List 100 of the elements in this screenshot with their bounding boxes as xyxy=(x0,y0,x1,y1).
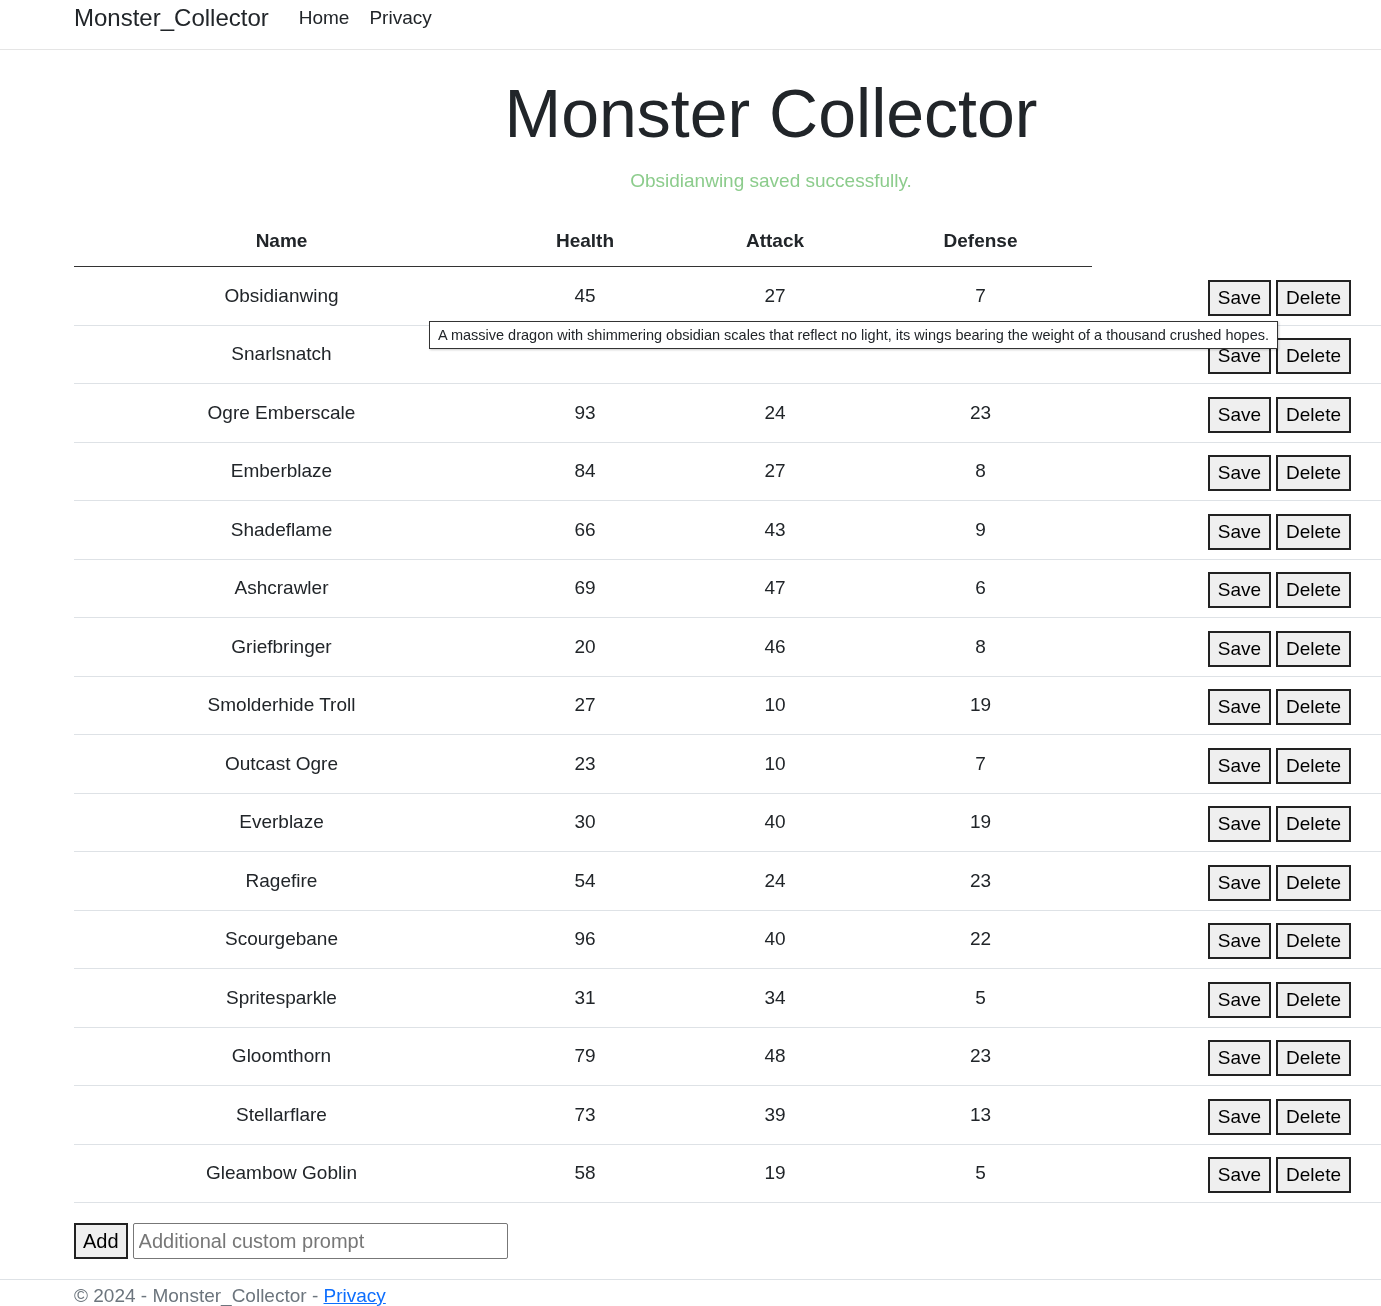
nav-link[interactable]: Privacy xyxy=(369,6,432,29)
delete-button[interactable]: Delete xyxy=(1276,338,1351,375)
save-button[interactable]: Save xyxy=(1207,864,1272,901)
table-cell-text: 5 xyxy=(974,986,987,1009)
table-cell-text: 66 xyxy=(573,518,597,541)
table-cell-text: Shadeflame xyxy=(229,518,334,541)
table-cell-text: 24 xyxy=(763,401,787,424)
table-cell-text: 45 xyxy=(573,284,597,307)
delete-button[interactable]: Delete xyxy=(1276,1157,1351,1194)
table-cell-text: 46 xyxy=(763,635,787,658)
table-cell-text: Emberblaze xyxy=(229,460,334,483)
table-cell-text: 39 xyxy=(763,1103,787,1126)
table-cell-text: 8 xyxy=(974,460,987,483)
table-cell-text: 23 xyxy=(968,1045,993,1068)
table-cell-text: Ogre Emberscale xyxy=(206,401,357,424)
delete-button[interactable]: Delete xyxy=(1276,1040,1351,1077)
delete-button[interactable]: Delete xyxy=(1276,455,1351,492)
delete-button[interactable]: Delete xyxy=(1276,923,1351,960)
table-cell-text: 23 xyxy=(968,869,993,892)
table-cell-text: Obsidianwing xyxy=(223,284,340,307)
table-cell-text: Snarlsnatch xyxy=(230,343,333,366)
table-cell-text: 13 xyxy=(968,1103,993,1126)
brand-link[interactable]: Monster_Collector xyxy=(74,3,269,32)
table-cell-text: Stellarflare xyxy=(235,1103,328,1126)
save-button[interactable]: Save xyxy=(1207,747,1272,784)
table-cell-text: 96 xyxy=(573,928,597,951)
save-button[interactable]: Save xyxy=(1207,1040,1272,1077)
table-cell-text: 19 xyxy=(968,811,993,834)
save-button[interactable]: Save xyxy=(1207,572,1272,609)
table-cell-text: 22 xyxy=(968,928,993,951)
nav-link[interactable]: Home xyxy=(298,6,350,29)
table-cell-text: 24 xyxy=(763,869,787,892)
tooltip: A massive dragon with shimmering obsidian scales that reflect no light, its wings bearing the weight of a thousand crushed hopes. xyxy=(429,321,1278,349)
table-cell-text: Outcast Ogre xyxy=(224,752,339,775)
save-button[interactable]: Save xyxy=(1207,981,1272,1018)
table-cell-text: Scourgebane xyxy=(223,928,339,951)
save-button[interactable]: Save xyxy=(1207,806,1272,843)
table-cell-text: 79 xyxy=(573,1045,597,1068)
column-header: Defense xyxy=(942,230,1019,252)
add-button[interactable]: Add xyxy=(74,1223,128,1259)
delete-button[interactable]: Delete xyxy=(1276,279,1351,316)
table-cell-text: 10 xyxy=(763,694,787,717)
save-button[interactable]: Save xyxy=(1207,1098,1272,1135)
table-cell-text: 27 xyxy=(763,284,787,307)
table-cell-text: 34 xyxy=(763,986,787,1009)
table-cell-text: 7 xyxy=(974,284,987,307)
delete-button[interactable]: Delete xyxy=(1276,747,1351,784)
column-header: Attack xyxy=(744,230,806,252)
table-cell-text: 47 xyxy=(763,577,787,600)
success-message: Obsidianwing saved successfully. xyxy=(629,170,913,192)
delete-button[interactable]: Delete xyxy=(1276,630,1351,667)
table-cell-text: 84 xyxy=(573,460,597,483)
table-cell-text: 19 xyxy=(968,694,993,717)
delete-button[interactable]: Delete xyxy=(1276,806,1351,843)
delete-button[interactable]: Delete xyxy=(1276,572,1351,609)
table-cell-text: 58 xyxy=(573,1162,597,1185)
table-cell-text: 93 xyxy=(573,401,597,424)
save-button[interactable]: Save xyxy=(1207,455,1272,492)
save-button[interactable]: Save xyxy=(1207,689,1272,726)
table-cell-text: 40 xyxy=(763,928,787,951)
save-button[interactable]: Save xyxy=(1207,513,1272,550)
table-cell-text: 73 xyxy=(573,1103,597,1126)
table-cell-text: 20 xyxy=(573,635,597,658)
privacy-link[interactable]: Privacy xyxy=(323,1285,386,1306)
table-cell-text: 43 xyxy=(763,518,787,541)
prompt-field[interactable]: Additional custom prompt xyxy=(132,1223,508,1259)
table-cell-text: 19 xyxy=(763,1162,787,1185)
table-cell-text: 69 xyxy=(573,577,597,600)
save-button[interactable]: Save xyxy=(1207,396,1272,433)
table-cell-text: 5 xyxy=(974,1162,987,1185)
save-button[interactable]: Save xyxy=(1207,1157,1272,1194)
table-cell-text: Gloomthorn xyxy=(230,1045,333,1068)
table-cell-text: 40 xyxy=(763,811,787,834)
table-cell-text: 54 xyxy=(573,869,597,892)
delete-button[interactable]: Delete xyxy=(1276,689,1351,726)
table-cell-text: 31 xyxy=(573,986,597,1009)
copyright-text: © 2024 - Monster_Collector - xyxy=(74,1285,320,1306)
table-cell-text: 10 xyxy=(763,752,787,775)
delete-button[interactable]: Delete xyxy=(1276,981,1351,1018)
save-button[interactable]: Save xyxy=(1207,630,1272,667)
table-cell-text: Griefbringer xyxy=(230,635,333,658)
table-cell-text: 48 xyxy=(763,1045,787,1068)
delete-button[interactable]: Delete xyxy=(1276,864,1351,901)
table-cell-text: Smolderhide Troll xyxy=(206,694,357,717)
table-cell-text: 23 xyxy=(968,401,993,424)
save-button[interactable]: Save xyxy=(1207,279,1272,316)
table-cell-text: 23 xyxy=(573,752,597,775)
delete-button[interactable]: Delete xyxy=(1276,396,1351,433)
table-cell-text: Ashcrawler xyxy=(233,577,330,600)
table-cell-text: Spritesparkle xyxy=(225,986,338,1009)
table-cell-text: 8 xyxy=(974,635,987,658)
delete-button[interactable]: Delete xyxy=(1276,1098,1351,1135)
save-button[interactable]: Save xyxy=(1207,923,1272,960)
delete-button[interactable]: Delete xyxy=(1276,513,1351,550)
page-title: Monster Collector xyxy=(503,74,1039,152)
table-cell-text: 9 xyxy=(974,518,987,541)
column-header: Name xyxy=(254,230,309,252)
table-cell-text: 7 xyxy=(974,752,987,775)
table-cell-text: Ragefire xyxy=(244,869,319,892)
table-cell-text: 6 xyxy=(974,577,987,600)
